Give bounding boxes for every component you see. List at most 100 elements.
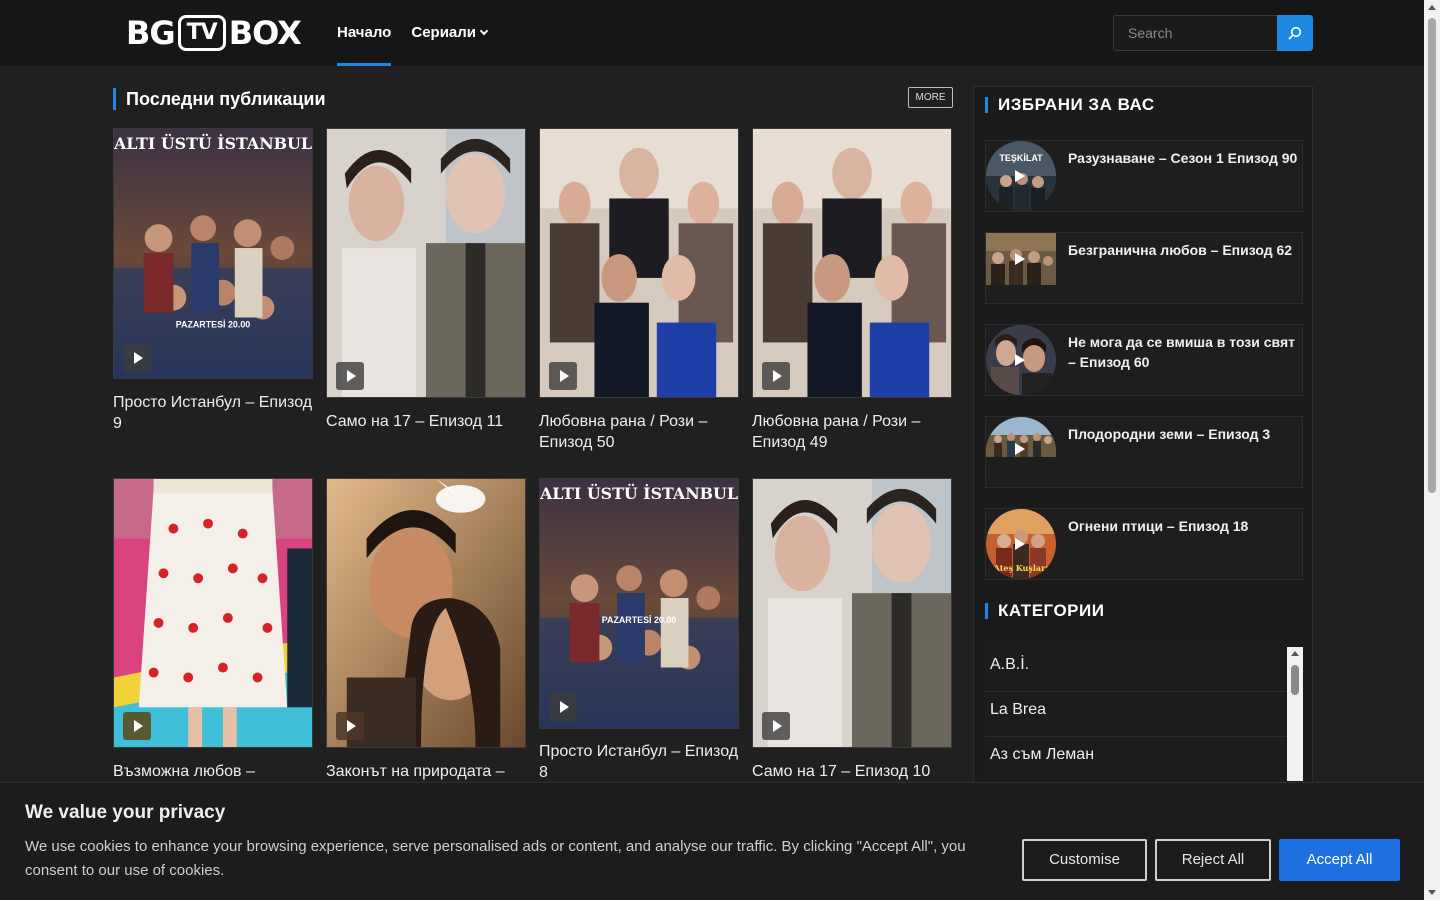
- post-card[interactable]: Възможна любов –: [113, 478, 313, 782]
- chevron-down-icon: [479, 26, 489, 36]
- play-icon: [1010, 352, 1026, 368]
- scroll-up-arrow-icon[interactable]: [1291, 651, 1299, 656]
- nav-item-home[interactable]: Начало: [337, 0, 392, 66]
- featured-title: ИЗБРАНИ ЗА ВАС: [985, 96, 1155, 113]
- featured-item[interactable]: Безгранична любов – Епизод 62: [985, 232, 1303, 304]
- category-item[interactable]: Аз съм Леман: [985, 737, 1287, 781]
- play-icon: [1010, 251, 1026, 267]
- cookie-text: We use cookies to enhance your browsing …: [25, 838, 966, 879]
- post-title[interactable]: Любовна рана / Рози – Епизод 50: [539, 411, 739, 453]
- main-nav: Начало Сериали: [337, 0, 507, 66]
- site-header: BG TV BOX Начало Сериали: [0, 0, 1424, 66]
- poster-image: [327, 129, 525, 397]
- poster-title-text: ALTI ÜSTÜ İSTANBUL: [540, 483, 738, 503]
- logo-text-right: BOX: [228, 14, 302, 52]
- featured-item-title[interactable]: Безгранична любов – Епизод 62: [1068, 240, 1302, 260]
- post-title[interactable]: Само на 17 – Епизод 10: [752, 761, 952, 782]
- logo-text-left: BG: [126, 14, 176, 52]
- play-icon: [123, 712, 151, 740]
- post-thumbnail[interactable]: ALTI ÜSTÜ İSTANBUL PAZARTESİ 20.00: [113, 128, 313, 379]
- play-icon: [1010, 168, 1026, 184]
- page-scrollbar[interactable]: [1424, 0, 1440, 900]
- post-thumbnail[interactable]: ALTI ÜSTÜ İSTANBUL PAZARTESİ 20.00: [539, 478, 739, 729]
- search-button[interactable]: [1277, 15, 1313, 51]
- poster-image: [327, 479, 525, 747]
- play-icon: [549, 693, 577, 721]
- nav-item-series[interactable]: Сериали: [411, 0, 489, 66]
- post-card[interactable]: ALTI ÜSTÜ İSTANBUL PAZARTESİ 20.00 Прост…: [539, 478, 739, 782]
- post-card[interactable]: ALTI ÜSTÜ İSTANBUL PAZARTESİ 20.00 Прост…: [113, 128, 313, 438]
- post-thumbnail[interactable]: [539, 128, 739, 398]
- post-card[interactable]: Законът на природата –: [326, 478, 526, 782]
- scrollbar-thumb[interactable]: [1428, 18, 1436, 493]
- featured-thumbnail: [986, 325, 1056, 395]
- post-thumbnail[interactable]: [113, 478, 313, 748]
- search-form: [1113, 15, 1313, 51]
- more-button[interactable]: MORE: [908, 87, 953, 108]
- scroll-down-arrow-icon[interactable]: [1428, 890, 1436, 895]
- post-title[interactable]: Възможна любов –: [113, 761, 313, 782]
- post-title[interactable]: Просто Истанбул – Епизод 9: [113, 392, 313, 434]
- post-card[interactable]: Само на 17 – Епизод 10: [752, 478, 952, 782]
- play-icon: [549, 362, 577, 390]
- post-thumbnail[interactable]: [752, 128, 952, 398]
- featured-thumb-text: TEŞKİLAT: [999, 153, 1043, 163]
- customise-button[interactable]: Customise: [1022, 839, 1147, 881]
- cookie-banner: We value your privacy We use cookies to …: [0, 782, 1424, 900]
- poster-title-text: ALTI ÜSTÜ İSTANBUL: [114, 133, 312, 153]
- play-icon: [762, 362, 790, 390]
- poster-image: [540, 129, 738, 397]
- poster-image: ALTI ÜSTÜ İSTANBUL PAZARTESİ 20.00: [540, 479, 738, 728]
- post-card[interactable]: Любовна рана / Рози – Епизод 49: [752, 128, 952, 458]
- poster-image: ALTI ÜSTÜ İSTANBUL PAZARTESİ 20.00: [114, 129, 312, 378]
- featured-thumbnail: [986, 417, 1056, 457]
- featured-item[interactable]: Ateş Kuşları Огнени птици – Епизод 18: [985, 508, 1303, 580]
- featured-thumbnail: [986, 233, 1056, 285]
- poster-subtitle-text: PAZARTESİ 20.00: [602, 615, 677, 625]
- search-icon: [1288, 26, 1302, 40]
- post-title[interactable]: Само на 17 – Епизод 11: [326, 411, 526, 432]
- post-thumbnail[interactable]: [326, 478, 526, 748]
- scrollbar-thumb[interactable]: [1291, 665, 1299, 695]
- featured-item-title[interactable]: Плодородни земи – Епизод 3: [1068, 424, 1302, 444]
- featured-item-title[interactable]: Не мога да се вмиша в този свят – Епизод…: [1068, 332, 1302, 372]
- categories-title: КАТЕГОРИИ: [985, 602, 1104, 619]
- post-title[interactable]: Любовна рана / Рози – Епизод 49: [752, 411, 952, 453]
- featured-item-title[interactable]: Огнени птици – Епизод 18: [1068, 516, 1302, 536]
- post-title[interactable]: Законът на природата –: [326, 761, 526, 782]
- reject-all-button[interactable]: Reject All: [1155, 839, 1271, 881]
- section-title: Последни публикации: [113, 88, 326, 110]
- post-thumbnail[interactable]: [326, 128, 526, 398]
- play-icon: [336, 712, 364, 740]
- featured-thumbnail: TEŞKİLAT: [986, 141, 1056, 211]
- featured-item-title[interactable]: Разузнаване – Сезон 1 Епизод 90: [1068, 148, 1302, 168]
- poster-image: [114, 479, 312, 747]
- featured-item[interactable]: Плодородни земи – Епизод 3: [985, 416, 1303, 488]
- site-logo[interactable]: BG TV BOX: [126, 14, 302, 52]
- logo-text-tv: TV: [177, 15, 226, 51]
- featured-thumbnail: Ateş Kuşları: [986, 509, 1056, 579]
- post-title[interactable]: Просто Истанбул – Епизод 8: [539, 741, 739, 783]
- play-icon: [123, 344, 151, 372]
- search-input[interactable]: [1113, 15, 1277, 51]
- post-thumbnail[interactable]: [752, 478, 952, 748]
- poster-image: [753, 479, 951, 747]
- nav-item-home-label: Начало: [337, 24, 392, 41]
- poster-subtitle-text: PAZARTESİ 20.00: [176, 319, 251, 329]
- featured-thumb-text: Ateş Kuşları: [993, 563, 1049, 573]
- accept-all-button[interactable]: Accept All: [1279, 839, 1400, 881]
- sidebar: ИЗБРАНИ ЗА ВАС TEŞKİLAT Разузнаване – Се…: [973, 86, 1313, 806]
- category-item[interactable]: La Brea: [985, 692, 1287, 737]
- featured-item[interactable]: Не мога да се вмиша в този свят – Епизод…: [985, 324, 1303, 396]
- scroll-up-arrow-icon[interactable]: [1428, 5, 1436, 10]
- post-card[interactable]: Любовна рана / Рози – Епизод 50: [539, 128, 739, 458]
- poster-image: [753, 129, 951, 397]
- featured-item[interactable]: TEŞKİLAT Разузнаване – Сезон 1 Епизод 90: [985, 140, 1303, 212]
- category-item[interactable]: A.B.İ.: [985, 647, 1287, 692]
- post-card[interactable]: Само на 17 – Епизод 11: [326, 128, 526, 438]
- cookie-title: We value your privacy: [25, 802, 226, 823]
- play-icon: [762, 712, 790, 740]
- categories-scrollbar[interactable]: [1287, 647, 1303, 781]
- nav-item-series-label: Сериали: [411, 24, 477, 41]
- categories-list[interactable]: A.B.İ. La Brea Аз съм Леман: [985, 647, 1303, 781]
